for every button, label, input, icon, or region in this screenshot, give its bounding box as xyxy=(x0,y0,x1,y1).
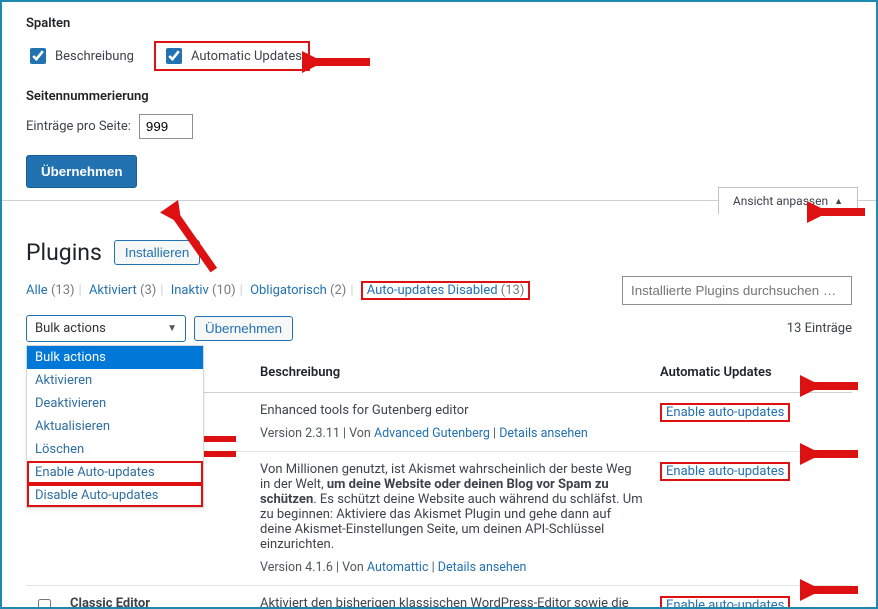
row-checkbox[interactable] xyxy=(38,599,51,609)
enable-auto-updates-link[interactable]: Enable auto-updates xyxy=(666,464,784,479)
plugin-description: Von Millionen genutzt, ist Akismet wahrs… xyxy=(260,462,644,552)
bulk-option-aktualisieren[interactable]: Aktualisieren xyxy=(27,415,203,438)
plugin-description: Enhanced tools for Gutenberg editor xyxy=(260,403,644,418)
bulk-option-enable-auto-updates[interactable]: Enable Auto-updates xyxy=(27,461,203,484)
table-row: Classic Editor Aktiviert den bisherigen k… xyxy=(26,586,852,609)
col-checkbox-beschreibung[interactable]: Beschreibung xyxy=(26,45,134,67)
enable-auto-updates-link[interactable]: Enable auto-updates xyxy=(666,405,784,420)
item-count: 13 Einträge xyxy=(787,321,852,336)
chevron-up-icon: ▲ xyxy=(834,196,843,207)
col-checkbox-auto-updates-input[interactable] xyxy=(166,48,182,64)
page-title: Plugins xyxy=(26,239,102,266)
col-checkbox-auto-updates[interactable]: Automatic Updates xyxy=(162,45,302,67)
pagination-heading: Seitennummerierung xyxy=(26,89,852,104)
details-link[interactable]: Details ansehen xyxy=(438,560,527,575)
bulk-actions-select[interactable]: Bulk actions ▼ xyxy=(26,315,186,342)
search-plugins-input[interactable] xyxy=(622,276,852,305)
author-link[interactable]: Advanced Gutenberg xyxy=(374,426,490,441)
col-header-description[interactable]: Beschreibung xyxy=(252,352,652,393)
columns-heading: Spalten xyxy=(26,16,852,31)
bulk-apply-button[interactable]: Übernehmen xyxy=(194,316,293,341)
per-page-label: Einträge pro Seite: xyxy=(26,119,131,134)
screen-options-toggle-label: Ansicht anpassen xyxy=(733,194,828,208)
bulk-actions-selected: Bulk actions xyxy=(35,321,106,336)
filter-all[interactable]: Alle (13) xyxy=(26,283,75,298)
col-checkbox-beschreibung-label: Beschreibung xyxy=(55,49,134,64)
col-checkbox-auto-updates-label: Automatic Updates xyxy=(191,49,302,64)
apply-screen-options-button[interactable]: Übernehmen xyxy=(26,155,137,188)
plugin-description: Aktiviert den bisherigen klassischen Wor… xyxy=(260,596,644,609)
bulk-actions-menu: Bulk actionsAktivierenDeaktivierenAktual… xyxy=(26,345,204,508)
install-plugin-button[interactable]: Installieren xyxy=(114,240,200,265)
author-link[interactable]: Automattic xyxy=(367,560,429,575)
details-link[interactable]: Details ansehen xyxy=(499,426,588,441)
screen-options-toggle[interactable]: Ansicht anpassen ▲ xyxy=(718,187,858,214)
enable-auto-updates-link[interactable]: Enable auto-updates xyxy=(666,598,784,609)
plugin-name: Classic Editor xyxy=(70,596,150,609)
bulk-option-bulk-actions[interactable]: Bulk actions xyxy=(27,346,203,369)
col-checkbox-beschreibung-input[interactable] xyxy=(30,48,46,64)
bulk-option-deaktivieren[interactable]: Deaktivieren xyxy=(27,392,203,415)
bulk-option-aktivieren[interactable]: Aktivieren xyxy=(27,369,203,392)
chevron-down-icon: ▼ xyxy=(167,323,177,334)
bulk-option-disable-auto-updates[interactable]: Disable Auto-updates xyxy=(27,484,203,507)
filter-mustuse[interactable]: Obligatorisch (2) xyxy=(250,283,346,298)
per-page-input[interactable] xyxy=(139,114,193,139)
filter-inactive[interactable]: Inaktiv (10) xyxy=(171,283,236,298)
filter-links: Alle (13)| Aktiviert (3)| Inaktiv (10)| … xyxy=(26,281,530,300)
filter-active[interactable]: Aktiviert (3) xyxy=(89,283,156,298)
col-header-auto-updates[interactable]: Automatic Updates xyxy=(652,352,852,393)
filter-auto-updates-disabled[interactable]: Auto-updates Disabled (13) xyxy=(367,283,525,298)
bulk-option-löschen[interactable]: Löschen xyxy=(27,438,203,461)
